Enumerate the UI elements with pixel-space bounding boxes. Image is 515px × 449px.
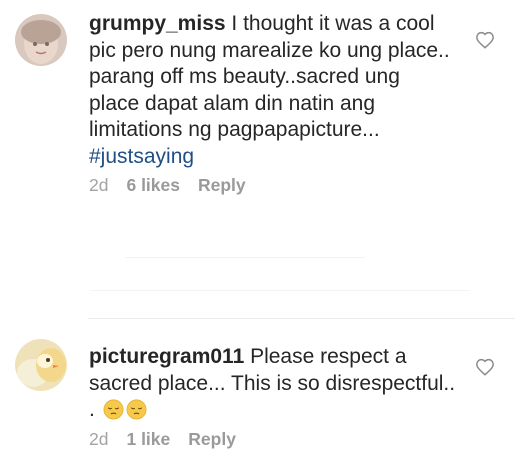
emoji-group xyxy=(101,397,147,424)
comment-line: place dapat alam din natin ang xyxy=(89,91,376,115)
comment-line: I thought it was a cool xyxy=(225,12,435,35)
comment-line: parang off ms beauty..sacred ung xyxy=(89,65,400,88)
user-avatar-image xyxy=(15,14,67,66)
pensive-face-icon xyxy=(103,399,124,420)
comment-line: . xyxy=(89,398,95,421)
pensive-face-icon xyxy=(126,399,147,420)
comment-timestamp: 2d xyxy=(89,429,109,449)
heart-outline-icon[interactable] xyxy=(475,358,495,376)
comment-text: picturegram011 Please respect a sacred p… xyxy=(89,344,484,424)
comment-timestamp: 2d xyxy=(89,175,109,195)
reply-button[interactable]: Reply xyxy=(188,429,236,449)
comment-meta: 2d 6 likes Reply xyxy=(89,175,246,196)
divider xyxy=(90,290,470,291)
comment-line: limitations ng pagpapapicture... xyxy=(89,118,380,141)
comment-line: pic pero nung marealize ko ung place.. xyxy=(89,38,450,62)
comment-username[interactable]: grumpy_miss xyxy=(89,12,226,35)
heart-outline-icon[interactable] xyxy=(475,31,495,49)
comment-item: grumpy_miss I thought it was a cool pic … xyxy=(0,0,515,210)
comment-line: Please respect a xyxy=(244,345,407,368)
avatar[interactable] xyxy=(15,14,67,66)
comment-item: picturegram011 Please respect a sacred p… xyxy=(0,320,515,449)
comment-username[interactable]: picturegram011 xyxy=(89,345,244,368)
user-avatar-image xyxy=(15,339,67,391)
divider xyxy=(125,257,365,258)
divider xyxy=(88,318,515,319)
comment-likes-count[interactable]: 1 like xyxy=(126,429,170,449)
comment-line: sacred place... This is so disrespectful… xyxy=(89,371,456,395)
comment-likes-count[interactable]: 6 likes xyxy=(126,175,180,196)
comment-text: grumpy_miss I thought it was a cool pic … xyxy=(89,11,484,170)
comment-meta: 2d 1 like Reply xyxy=(89,429,236,449)
hashtag-link[interactable]: #justsaying xyxy=(89,145,194,168)
avatar[interactable] xyxy=(15,339,67,391)
reply-button[interactable]: Reply xyxy=(198,175,246,196)
